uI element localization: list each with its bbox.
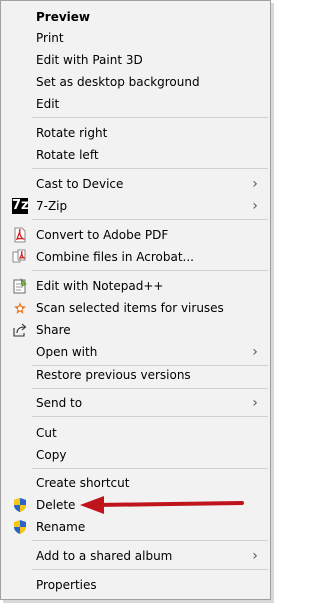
menu-separator <box>32 168 268 169</box>
menu-separator <box>32 270 268 271</box>
menu-item-rotate-left[interactable]: Rotate left <box>2 144 270 166</box>
menu-item-label: Edit with Notepad++ <box>36 279 164 293</box>
menu-item-copy[interactable]: Copy <box>2 444 270 466</box>
menu-item-label: Properties <box>36 578 97 592</box>
menu-item-preview[interactable]: Preview <box>2 6 270 28</box>
menu-item-label: Create shortcut <box>36 476 130 490</box>
menu-item-edit[interactable]: Edit <box>2 93 270 115</box>
menu-item-add-to-a-shared-album[interactable]: Add to a shared album › <box>2 545 270 567</box>
chevron-right-icon: › <box>252 344 258 360</box>
avast-icon <box>12 300 28 316</box>
menu-separator <box>32 468 268 469</box>
menu-item-label: Set as desktop background <box>36 75 200 89</box>
menu-item-label: Print <box>36 31 64 45</box>
menu-separator <box>32 219 268 220</box>
menu-item-7-zip[interactable]: 7z 7-Zip › <box>2 195 270 217</box>
menu-item-convert-to-adobe-pdf[interactable]: Convert to Adobe PDF <box>2 224 270 246</box>
menu-item-label: Cut <box>36 426 57 440</box>
menu-item-create-shortcut[interactable]: Create shortcut <box>2 472 270 494</box>
menu-item-label: Restore previous versions <box>36 368 191 382</box>
menu-item-delete[interactable]: Delete <box>2 494 270 516</box>
menu-item-label: Preview <box>36 10 91 24</box>
menu-item-restore-previous-versions[interactable]: Restore previous versions <box>2 364 270 386</box>
menu-item-label: Open with <box>36 345 98 359</box>
menu-separator <box>32 540 268 541</box>
menu-item-label: Rotate right <box>36 126 108 140</box>
menu-separator <box>32 388 268 389</box>
menu-item-cut[interactable]: Cut <box>2 422 270 444</box>
menu-item-label: Edit <box>36 97 60 111</box>
menu-shadow-right <box>271 3 274 603</box>
context-menu: Preview Print Edit with Paint 3D Set as … <box>0 0 271 600</box>
menu-item-set-as-desktop-background[interactable]: Set as desktop background <box>2 71 270 93</box>
menu-item-label: Delete <box>36 498 76 512</box>
menu-item-label: Send to <box>36 396 83 410</box>
menu-separator <box>32 117 268 118</box>
notepad-plus-plus-icon <box>12 278 28 294</box>
menu-item-properties[interactable]: Properties <box>2 574 270 596</box>
menu-item-open-with[interactable]: Open with › <box>2 341 270 363</box>
menu-item-rename[interactable]: Rename <box>2 516 270 538</box>
acrobat-combine-icon <box>12 249 28 265</box>
menu-item-edit-with-notepad-plus-plus[interactable]: Edit with Notepad++ <box>2 275 270 297</box>
share-icon <box>12 322 28 338</box>
uac-shield-icon <box>12 519 28 535</box>
menu-item-scan-selected-items-for-viruses[interactable]: Scan selected items for viruses <box>2 297 270 319</box>
menu-item-rotate-right[interactable]: Rotate right <box>2 122 270 144</box>
menu-separator <box>32 569 268 570</box>
adobe-pdf-icon <box>12 227 28 243</box>
chevron-right-icon: › <box>252 176 258 192</box>
menu-item-label: Rename <box>36 520 86 534</box>
menu-item-label: Share <box>36 323 71 337</box>
7-zip-icon: 7z <box>12 198 29 214</box>
menu-separator <box>32 416 268 417</box>
chevron-right-icon: › <box>252 198 258 214</box>
menu-item-label: Scan selected items for viruses <box>36 301 224 315</box>
menu-item-share[interactable]: Share <box>2 319 270 341</box>
menu-item-combine-files-in-acrobat[interactable]: Combine files in Acrobat... <box>2 246 270 268</box>
menu-item-label: Cast to Device <box>36 177 124 191</box>
menu-item-label: Add to a shared album <box>36 549 173 563</box>
menu-item-send-to[interactable]: Send to › <box>2 392 270 414</box>
menu-item-label: Copy <box>36 448 67 462</box>
menu-item-print[interactable]: Print <box>2 27 270 49</box>
menu-item-label: Rotate left <box>36 148 99 162</box>
menu-item-edit-with-paint-3d[interactable]: Edit with Paint 3D <box>2 49 270 71</box>
chevron-right-icon: › <box>252 548 258 564</box>
menu-item-label: 7-Zip <box>36 199 68 213</box>
menu-item-label: Combine files in Acrobat... <box>36 250 194 264</box>
menu-item-label: Edit with Paint 3D <box>36 53 143 67</box>
menu-item-label: Convert to Adobe PDF <box>36 228 169 242</box>
uac-shield-icon <box>12 497 28 513</box>
menu-item-cast-to-device[interactable]: Cast to Device › <box>2 173 270 195</box>
chevron-right-icon: › <box>252 395 258 411</box>
